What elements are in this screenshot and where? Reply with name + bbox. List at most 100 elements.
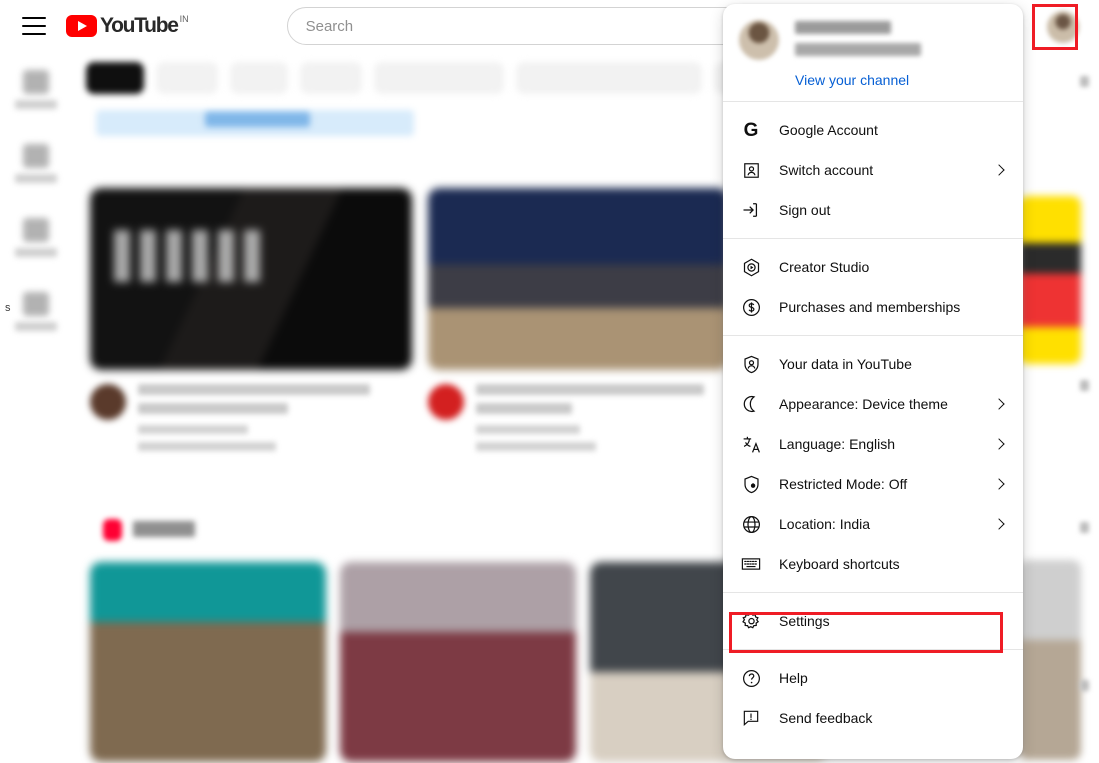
menu-item-label: Help: [779, 670, 808, 686]
hamburger-menu-icon[interactable]: [22, 17, 46, 35]
menu-item-label: Send feedback: [779, 710, 873, 726]
sidebar-item-label: [15, 173, 57, 183]
account-dropdown-menu: View your channel G Google Account Switc: [723, 4, 1023, 759]
menu-item-switch-account[interactable]: Switch account: [723, 150, 1023, 190]
video-title: [138, 384, 370, 395]
filter-chip[interactable]: [86, 62, 144, 94]
menu-item-label: Settings: [779, 613, 830, 629]
menu-item-restricted-mode[interactable]: Restricted Mode: Off: [723, 464, 1023, 504]
youtube-page: s YouTube IN Search View your channel G …: [0, 0, 1099, 763]
scroll-indicator: [1080, 76, 1089, 87]
scroll-indicator: [1080, 680, 1089, 691]
account-avatar: [739, 20, 779, 60]
channel-name: [476, 425, 580, 434]
video-title: [138, 403, 288, 414]
menu-group-account: G Google Account Switch account Sign out: [723, 102, 1023, 238]
gear-icon: [739, 609, 763, 633]
logo-country-code: IN: [179, 14, 189, 24]
menu-item-label: Sign out: [779, 202, 831, 218]
menu-item-label: Switch account: [779, 162, 874, 178]
globe-icon: [739, 512, 763, 536]
menu-item-label: Restricted Mode: Off: [779, 476, 908, 492]
shorts-thumbnail[interactable]: [340, 562, 576, 762]
search-input[interactable]: [286, 7, 767, 45]
video-card[interactable]: [428, 188, 728, 451]
youtube-logo[interactable]: YouTube IN: [66, 14, 189, 37]
view-your-channel-link[interactable]: View your channel: [723, 60, 1023, 101]
channel-avatar[interactable]: [90, 384, 126, 420]
channel-avatar[interactable]: [428, 384, 464, 420]
scroll-indicator: [1080, 380, 1089, 391]
filter-chip[interactable]: [516, 62, 702, 94]
shorts-icon: [23, 143, 49, 168]
sidebar-stray-text: s: [5, 302, 11, 314]
channel-name: [138, 425, 248, 434]
translate-icon: [739, 432, 763, 456]
keyboard-icon: [739, 552, 763, 576]
menu-item-label: Your data in YouTube: [779, 356, 912, 372]
menu-group-preferences: Your data in YouTube Appearance: Device …: [723, 336, 1023, 592]
filter-chip[interactable]: [300, 62, 362, 94]
video-stats: [476, 442, 596, 451]
menu-item-sign-out[interactable]: Sign out: [723, 190, 1023, 230]
shorts-card[interactable]: [90, 562, 326, 762]
avatar-button[interactable]: [1042, 6, 1083, 47]
sidebar-item-label: [15, 99, 57, 109]
feedback-icon: [739, 706, 763, 730]
moon-icon: [739, 392, 763, 416]
avatar: [1046, 10, 1079, 43]
shield-lock-icon: [739, 472, 763, 496]
menu-item-label: Location: India: [779, 516, 871, 532]
menu-item-your-data-in-youtube[interactable]: Your data in YouTube: [723, 344, 1023, 384]
chevron-right-icon: [993, 478, 1005, 490]
filter-chip[interactable]: [374, 62, 504, 94]
shield-person-icon: [739, 352, 763, 376]
filter-chip-bar[interactable]: [86, 62, 766, 94]
account-name: [795, 21, 891, 34]
menu-item-label: Purchases and memberships: [779, 299, 961, 315]
menu-item-send-feedback[interactable]: Send feedback: [723, 698, 1023, 738]
menu-item-help[interactable]: Help: [723, 658, 1023, 698]
play-icon: [66, 15, 97, 37]
account-header: [723, 4, 1023, 60]
sidebar-item-label: [15, 247, 57, 257]
menu-item-label: Appearance: Device theme: [779, 396, 948, 412]
video-thumbnail[interactable]: [1019, 196, 1081, 364]
filter-chip[interactable]: [230, 62, 288, 94]
shorts-shelf-icon: [103, 519, 122, 541]
menu-item-appearance[interactable]: Appearance: Device theme: [723, 384, 1023, 424]
menu-item-keyboard-shortcuts[interactable]: Keyboard shortcuts: [723, 544, 1023, 584]
video-card[interactable]: [90, 188, 412, 451]
video-thumbnail[interactable]: [1019, 560, 1081, 760]
banner-strip-text: [205, 112, 310, 127]
sidebar-item-subscriptions[interactable]: [0, 200, 72, 274]
menu-item-settings[interactable]: Settings: [723, 601, 1023, 641]
home-icon: [23, 69, 49, 94]
video-thumbnail[interactable]: [428, 188, 728, 370]
sidebar: s: [0, 52, 72, 763]
shorts-thumbnail[interactable]: [90, 562, 326, 762]
filter-chip[interactable]: [156, 62, 218, 94]
menu-item-label: Keyboard shortcuts: [779, 556, 900, 572]
menu-group-help: Help Send feedback: [723, 650, 1023, 746]
video-thumbnail[interactable]: [90, 188, 412, 370]
chevron-right-icon: [993, 164, 1005, 176]
scroll-indicator: [1080, 522, 1089, 533]
menu-item-label: Language: English: [779, 436, 895, 452]
google-g-icon: G: [743, 119, 759, 141]
shorts-card[interactable]: [340, 562, 576, 762]
video-stats: [138, 442, 276, 451]
menu-item-language[interactable]: Language: English: [723, 424, 1023, 464]
sign-out-icon: [739, 198, 763, 222]
menu-item-location[interactable]: Location: India: [723, 504, 1023, 544]
menu-item-google-account[interactable]: G Google Account: [723, 110, 1023, 150]
chevron-right-icon: [993, 438, 1005, 450]
menu-group-creator: Creator Studio Purchases and memberships: [723, 239, 1023, 335]
sidebar-item-shorts[interactable]: [0, 126, 72, 200]
menu-item-purchases-and-memberships[interactable]: Purchases and memberships: [723, 287, 1023, 327]
menu-item-label: Google Account: [779, 122, 878, 138]
video-title: [476, 384, 704, 395]
account-handle: [795, 43, 921, 56]
sidebar-item-home[interactable]: [0, 52, 72, 126]
menu-item-creator-studio[interactable]: Creator Studio: [723, 247, 1023, 287]
